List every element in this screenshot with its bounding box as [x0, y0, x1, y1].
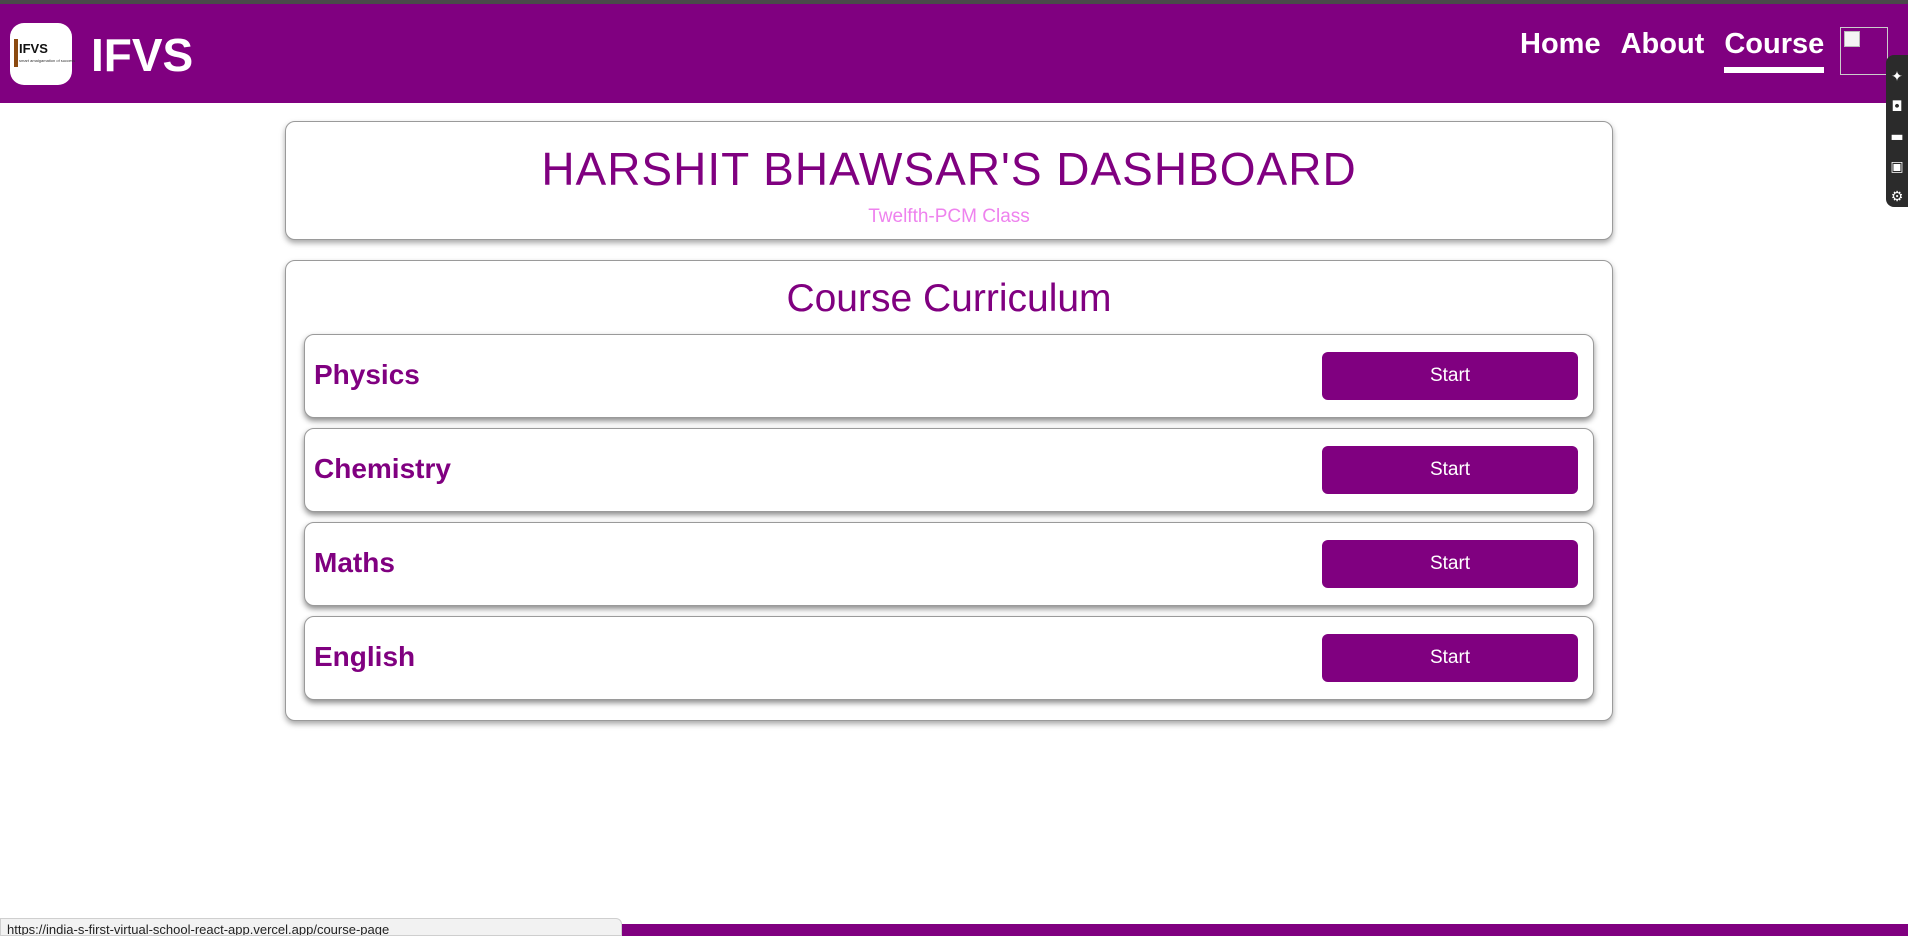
dashboard-subtitle: Twelfth-PCM Class [868, 206, 1030, 227]
gallery-icon[interactable]: ▣ [1886, 159, 1908, 175]
logo-subtext: smart amalgamation of success [19, 58, 76, 63]
course-row-physics: Physics Start [304, 334, 1594, 418]
course-curriculum-card: Course Curriculum Physics Start Chemistr… [285, 260, 1613, 721]
status-bar-url: https://india-s-first-virtual-school-rea… [0, 918, 622, 936]
curriculum-title: Course Curriculum [786, 277, 1112, 320]
start-button-chemistry[interactable]: Start [1322, 446, 1578, 494]
start-button-english[interactable]: Start [1322, 634, 1578, 682]
camera-icon[interactable]: ◘ [1886, 99, 1908, 115]
nav-link-home[interactable]: Home [1520, 28, 1601, 61]
nav-link-course[interactable]: Course [1724, 28, 1824, 73]
logo[interactable]: IFVS smart amalgamation of success [10, 23, 76, 85]
square-icon[interactable]: ▬ [1886, 129, 1908, 145]
nav-link-about[interactable]: About [1621, 28, 1705, 61]
start-button-maths[interactable]: Start [1322, 540, 1578, 588]
start-button-physics[interactable]: Start [1322, 352, 1578, 400]
nav-links: Home About Course [1520, 28, 1844, 73]
logo-stripe [14, 39, 18, 67]
course-row-maths: Maths Start [304, 522, 1594, 606]
course-row-english: English Start [304, 616, 1594, 700]
course-name: English [314, 641, 416, 672]
settings-icon[interactable]: ⚙ [1886, 189, 1908, 205]
side-toolbar: ✦ ◘ ▬ ▣ ⚙ [1886, 55, 1908, 207]
brand-name[interactable]: IFVS [91, 28, 193, 82]
logo-text: IFVS [19, 41, 48, 56]
course-name: Maths [314, 547, 395, 578]
pin-icon[interactable]: ✦ [1886, 69, 1908, 85]
course-row-chemistry: Chemistry Start [304, 428, 1594, 512]
navbar: IFVS smart amalgamation of success IFVS … [0, 4, 1908, 103]
course-name: Chemistry [314, 453, 451, 484]
dashboard-title: HARSHIT BHAWSAR'S DASHBOARD [541, 143, 1357, 195]
course-name: Physics [314, 359, 420, 390]
dashboard-header-card: HARSHIT BHAWSAR'S DASHBOARD Twelfth-PCM … [285, 121, 1613, 240]
profile-avatar[interactable] [1840, 27, 1888, 75]
